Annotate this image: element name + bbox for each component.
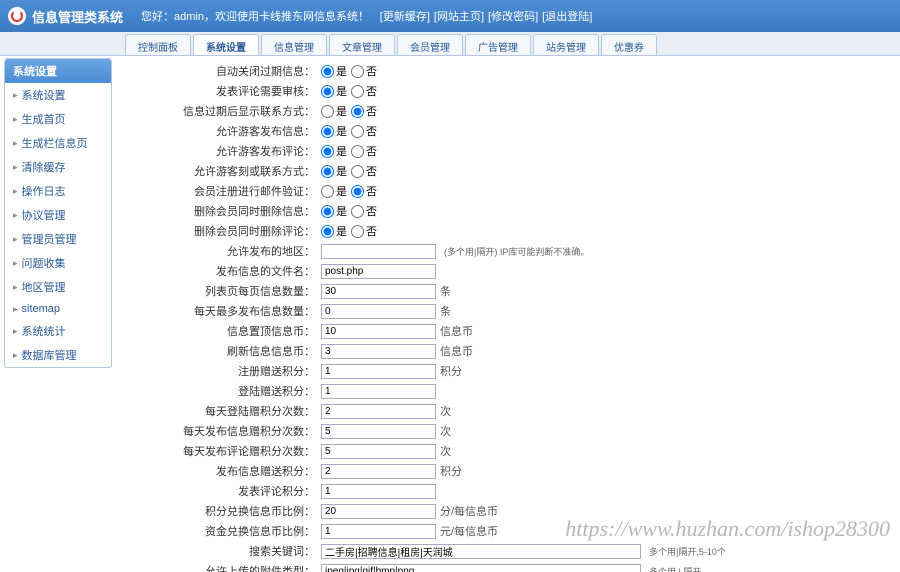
field-label: 每天最多发布信息数量： <box>126 303 321 319</box>
field-label: 搜索关键词： <box>126 543 321 559</box>
tab-7[interactable]: 优惠券 <box>601 34 657 55</box>
field-label: 自动关闭过期信息： <box>126 63 321 79</box>
field-label: 发布信息赠送积分： <box>126 463 321 479</box>
sidebar-item[interactable]: 管理员管理 <box>5 227 111 251</box>
field-label: 每天登陆赠积分次数： <box>126 403 321 419</box>
field-label: 发表评论积分： <box>126 483 321 499</box>
radio-option[interactable] <box>321 185 334 198</box>
text-input[interactable] <box>321 464 436 479</box>
sidebar-item[interactable]: 地区管理 <box>5 275 111 299</box>
radio-option[interactable] <box>321 145 334 158</box>
app-title: 信息管理类系统 <box>32 7 123 26</box>
field-label: 登陆赠送积分： <box>126 383 321 399</box>
radio-option[interactable] <box>351 125 364 138</box>
text-input[interactable] <box>321 284 436 299</box>
sidebar-item[interactable]: 数据库管理 <box>5 343 111 367</box>
top-links: 您好：admin，欢迎使用卡线推东网信息系统！ [更新缓存] [网站主页] [修改密… <box>141 8 600 24</box>
radio-option[interactable] <box>351 105 364 118</box>
text-input[interactable] <box>321 324 436 339</box>
app-header: 信息管理类系统 您好：admin，欢迎使用卡线推东网信息系统！ [更新缓存] [网… <box>0 0 900 32</box>
sidebar-title: 系统设置 <box>5 59 111 83</box>
text-input[interactable] <box>321 524 436 539</box>
field-label: 允许游客发布信息： <box>126 123 321 139</box>
sidebar-item[interactable]: 系统统计 <box>5 319 111 343</box>
sidebar-item[interactable]: 协议管理 <box>5 203 111 227</box>
radio-option[interactable] <box>321 165 334 178</box>
sidebar-item[interactable]: 问题收集 <box>5 251 111 275</box>
field-label: 允许上传的附件类型： <box>126 563 321 572</box>
field-label: 每天发布信息赠积分次数： <box>126 423 321 439</box>
field-label: 允许游客刻或联系方式： <box>126 163 321 179</box>
radio-option[interactable] <box>351 65 364 78</box>
header-link[interactable]: [修改密码] <box>488 11 538 23</box>
tab-3[interactable]: 文章管理 <box>329 34 395 55</box>
radio-option[interactable] <box>351 145 364 158</box>
text-input[interactable] <box>321 384 436 399</box>
welcome-text: 您好：admin，欢迎使用卡线推东网信息系统！ <box>141 11 369 23</box>
radio-option[interactable] <box>321 105 334 118</box>
field-label: 资金兑换信息币比例： <box>126 523 321 539</box>
field-label: 删除会员同时删除信息： <box>126 203 321 219</box>
header-link[interactable]: [网站主页] <box>434 11 484 23</box>
logo-icon <box>8 7 26 25</box>
sidebar-item[interactable]: 系统设置 <box>5 83 111 107</box>
tab-5[interactable]: 广告管理 <box>465 34 531 55</box>
sidebar-item[interactable]: 清除缓存 <box>5 155 111 179</box>
text-input[interactable] <box>321 564 641 572</box>
text-input[interactable] <box>321 344 436 359</box>
tab-4[interactable]: 会员管理 <box>397 34 463 55</box>
radio-option[interactable] <box>321 205 334 218</box>
sidebar-item[interactable]: 生成栏信息页 <box>5 131 111 155</box>
radio-option[interactable] <box>351 225 364 238</box>
field-label: 会员注册进行邮件验证： <box>126 183 321 199</box>
text-input[interactable] <box>321 484 436 499</box>
field-label: 信息置顶信息币： <box>126 323 321 339</box>
text-input[interactable] <box>321 404 436 419</box>
field-label: 发表评论需要审核： <box>126 83 321 99</box>
text-input[interactable] <box>321 504 436 519</box>
header-link[interactable]: [更新缓存] <box>380 11 430 23</box>
text-input[interactable] <box>321 304 436 319</box>
field-label: 信息过期后显示联系方式： <box>126 103 321 119</box>
radio-option[interactable] <box>321 125 334 138</box>
tab-2[interactable]: 信息管理 <box>261 34 327 55</box>
main-panel: 自动关闭过期信息：是 否发表评论需要审核：是 否信息过期后显示联系方式：是 否允… <box>118 56 900 572</box>
field-label: 积分兑换信息币比例： <box>126 503 321 519</box>
radio-option[interactable] <box>321 225 334 238</box>
text-input[interactable] <box>321 264 436 279</box>
field-label: 每天发布评论赠积分次数： <box>126 443 321 459</box>
radio-option[interactable] <box>351 85 364 98</box>
field-label: 刷新信息信息币： <box>126 343 321 359</box>
tab-1[interactable]: 系统设置 <box>193 34 259 55</box>
radio-option[interactable] <box>351 205 364 218</box>
tab-0[interactable]: 控制面板 <box>125 34 191 55</box>
field-label: 注册赠送积分： <box>126 363 321 379</box>
text-input[interactable] <box>321 444 436 459</box>
sidebar-item[interactable]: 操作日志 <box>5 179 111 203</box>
main-tabs: 控制面板系统设置信息管理文章管理会员管理广告管理站务管理优惠券 <box>0 32 900 56</box>
sidebar-item[interactable]: sitemap <box>5 299 111 319</box>
tab-6[interactable]: 站务管理 <box>533 34 599 55</box>
text-input[interactable] <box>321 544 641 559</box>
radio-option[interactable] <box>351 165 364 178</box>
field-label: 发布信息的文件名： <box>126 263 321 279</box>
text-input[interactable] <box>321 424 436 439</box>
text-input[interactable] <box>321 244 436 259</box>
field-label: 允许游客发布评论： <box>126 143 321 159</box>
field-label: 删除会员同时删除评论： <box>126 223 321 239</box>
radio-option[interactable] <box>321 85 334 98</box>
logo: 信息管理类系统 <box>8 7 123 26</box>
header-link[interactable]: [退出登陆] <box>542 11 592 23</box>
field-label: 允许发布的地区： <box>126 243 321 259</box>
sidebar-item[interactable]: 生成首页 <box>5 107 111 131</box>
sidebar: 系统设置 系统设置生成首页生成栏信息页清除缓存操作日志协议管理管理员管理问题收集… <box>4 58 112 368</box>
text-input[interactable] <box>321 364 436 379</box>
radio-option[interactable] <box>351 185 364 198</box>
field-label: 列表页每页信息数量： <box>126 283 321 299</box>
radio-option[interactable] <box>321 65 334 78</box>
